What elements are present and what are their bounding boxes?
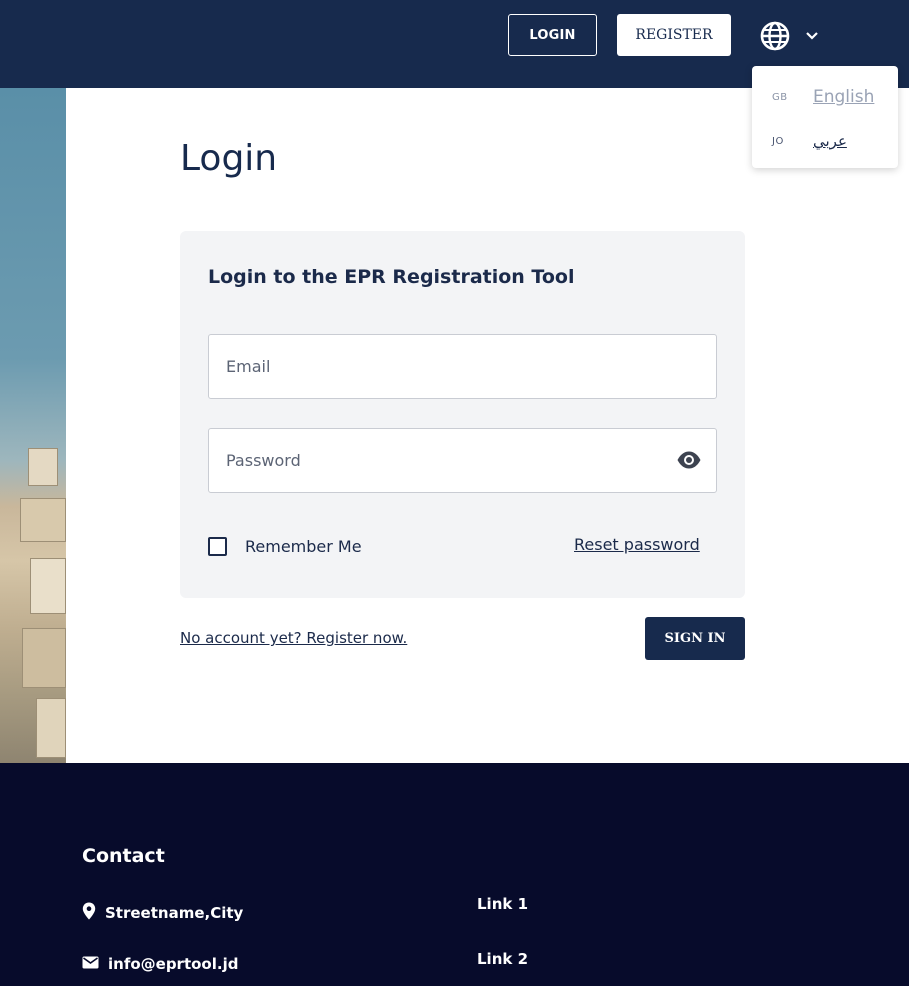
language-option-arabic[interactable]: JO عربي (752, 124, 898, 158)
email-input[interactable] (209, 335, 716, 398)
password-field[interactable] (208, 428, 717, 493)
language-name: عربي (813, 132, 847, 150)
building-shape (36, 698, 66, 758)
building-shape (28, 448, 58, 486)
city-photo-strip (0, 88, 66, 764)
footer-email-text[interactable]: info@eprtool.jd (108, 955, 238, 973)
login-button[interactable]: LOGIN (508, 14, 597, 56)
envelope-icon (82, 955, 108, 973)
password-input[interactable] (209, 429, 716, 492)
eye-icon[interactable] (676, 449, 702, 471)
building-shape (30, 558, 66, 614)
remember-me-checkbox[interactable]: Remember Me (208, 535, 362, 557)
page-title: Login (180, 138, 278, 179)
remember-me-label: Remember Me (245, 536, 362, 556)
register-button[interactable]: REGISTER (617, 14, 731, 56)
reset-password-link[interactable]: Reset password (574, 535, 700, 554)
language-option-english[interactable]: GB English (752, 80, 898, 114)
footer (0, 763, 909, 986)
footer-address-text: Streetname,City (105, 904, 244, 922)
footer-email: info@eprtool.jd (82, 955, 238, 973)
register-now-link[interactable]: No account yet? Register now. (180, 629, 407, 647)
footer-contact-title: Contact (82, 845, 165, 867)
sign-in-button[interactable]: SIGN IN (645, 617, 745, 660)
footer-address: Streetname,City (82, 902, 243, 924)
building-shape (22, 628, 66, 688)
footer-link-2[interactable]: Link 2 (477, 950, 528, 968)
chevron-down-icon (805, 31, 819, 41)
checkbox-box[interactable] (208, 536, 227, 556)
email-field[interactable] (208, 334, 717, 399)
globe-icon (759, 20, 791, 52)
language-selector[interactable] (759, 20, 831, 52)
building-shape (20, 498, 66, 542)
language-name: English (813, 87, 875, 107)
login-card-title: Login to the EPR Registration Tool (208, 266, 575, 288)
language-code: JO (772, 135, 784, 147)
location-pin-icon (82, 902, 105, 924)
language-code: GB (772, 91, 788, 103)
footer-link-1[interactable]: Link 1 (477, 895, 528, 913)
